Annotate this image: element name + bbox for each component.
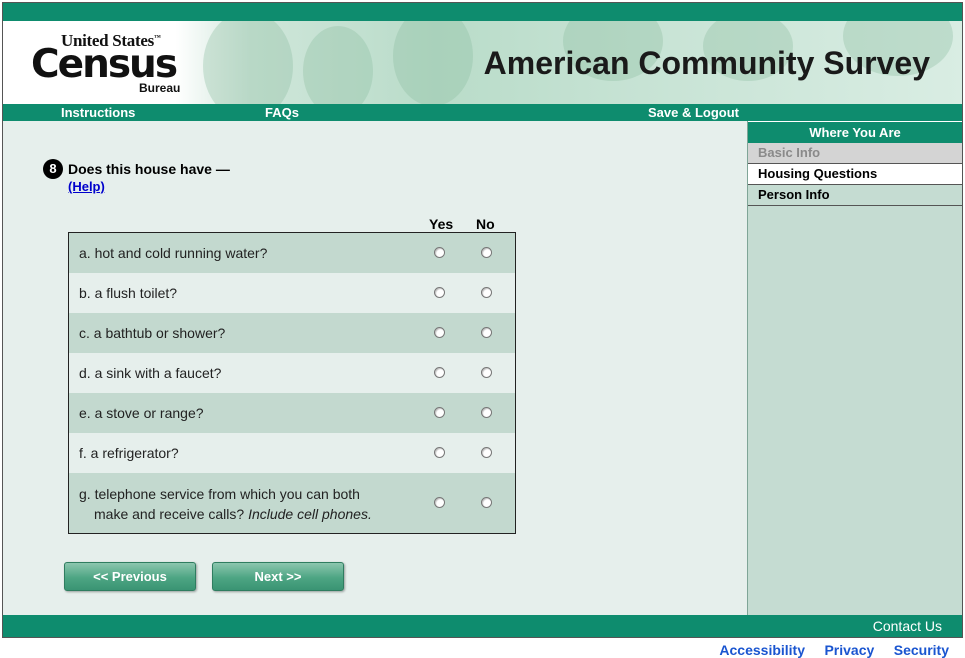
bathtub-shower-yes-radio[interactable] — [434, 327, 445, 338]
telephone-service-yes-radio[interactable] — [434, 497, 445, 508]
sidebar-heading: Where You Are — [748, 121, 962, 143]
logo-text-bureau: Bureau — [139, 81, 181, 95]
grid-row-telephone-service: g. telephone service from which you can … — [69, 473, 515, 533]
sink-faucet-no-radio[interactable] — [481, 367, 492, 378]
nav-instructions-link[interactable]: Instructions — [61, 105, 135, 120]
sidebar-item-person-info: Person Info — [748, 185, 962, 206]
question-number-badge: 8 — [43, 159, 63, 179]
header-banner: United States™ Census Bureau American Co… — [3, 21, 962, 104]
stove-range-no-radio[interactable] — [481, 407, 492, 418]
help-link[interactable]: (Help) — [68, 179, 105, 194]
grid-row-flush-toilet: b. a flush toilet? — [69, 273, 515, 313]
census-bureau-logo[interactable]: United States™ Census Bureau — [31, 31, 181, 95]
telephone-service-no-radio[interactable] — [481, 497, 492, 508]
row-label: d. a sink with a faucet? — [79, 365, 222, 381]
sink-faucet-yes-radio[interactable] — [434, 367, 445, 378]
grid-row-stove-range: e. a stove or range? — [69, 393, 515, 433]
running-water-yes-radio[interactable] — [434, 247, 445, 258]
row-label: a. hot and cold running water? — [79, 245, 268, 261]
bathtub-shower-no-radio[interactable] — [481, 327, 492, 338]
top-bar — [3, 3, 962, 21]
row-label-line2: make and receive calls? — [94, 506, 245, 522]
nav-save-logout-link[interactable]: Save & Logout — [648, 105, 739, 120]
row-label: c. a bathtub or shower? — [79, 325, 226, 341]
logo-text-census: Census — [31, 42, 178, 87]
footer-bar: Contact Us — [3, 615, 962, 637]
grid-row-sink-faucet: d. a sink with a faucet? — [69, 353, 515, 393]
grid-row-bathtub-shower: c. a bathtub or shower? — [69, 313, 515, 353]
previous-button[interactable]: << Previous — [64, 562, 196, 591]
sidebar-item-basic-info[interactable]: Basic Info — [748, 143, 962, 164]
nav-bar: Instructions FAQs Save & Logout — [3, 104, 962, 121]
running-water-no-radio[interactable] — [481, 247, 492, 258]
survey-frame: United States™ Census Bureau American Co… — [2, 2, 963, 638]
column-header-yes: Yes — [429, 216, 454, 232]
bottom-links: Accessibility Privacy Security — [704, 642, 949, 658]
row-label-instruction: Include cell phones. — [248, 506, 372, 522]
row-label: e. a stove or range? — [79, 405, 204, 421]
row-label: f. a refrigerator? — [79, 445, 179, 461]
app-title: American Community Survey — [483, 45, 930, 81]
banner-photo-decoration — [203, 21, 293, 104]
flush-toilet-yes-radio[interactable] — [434, 287, 445, 298]
sidebar-item-housing-questions: Housing Questions — [748, 164, 962, 185]
question-text: Does this house have — — [68, 161, 230, 177]
grid-row-running-water: a. hot and cold running water? — [69, 233, 515, 273]
column-header-no: No — [476, 216, 495, 232]
question-grid: a. hot and cold running water? b. a flus… — [68, 232, 516, 534]
flush-toilet-no-radio[interactable] — [481, 287, 492, 298]
next-button[interactable]: Next >> — [212, 562, 344, 591]
banner-photo-decoration — [303, 26, 373, 104]
privacy-link[interactable]: Privacy — [824, 642, 874, 658]
contact-us-link[interactable]: Contact Us — [873, 618, 942, 634]
refrigerator-yes-radio[interactable] — [434, 447, 445, 458]
where-you-are-sidebar: Where You Are Basic Info Housing Questio… — [747, 121, 962, 615]
accessibility-link[interactable]: Accessibility — [719, 642, 805, 658]
row-label: b. a flush toilet? — [79, 285, 178, 301]
security-link[interactable]: Security — [894, 642, 949, 658]
refrigerator-no-radio[interactable] — [481, 447, 492, 458]
row-label: g. telephone service from which you can … — [79, 484, 372, 524]
row-label-line1: g. telephone service from which you can … — [79, 486, 360, 502]
grid-row-refrigerator: f. a refrigerator? — [69, 433, 515, 473]
banner-photo-decoration — [393, 21, 473, 104]
stove-range-yes-radio[interactable] — [434, 407, 445, 418]
nav-faqs-link[interactable]: FAQs — [265, 105, 299, 120]
